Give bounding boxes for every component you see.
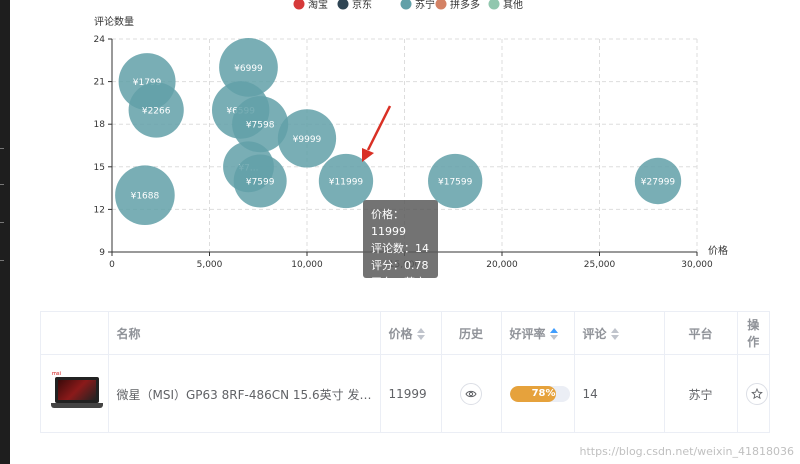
legend-swatch[interactable] bbox=[337, 0, 349, 10]
star-icon bbox=[750, 388, 763, 400]
legend-swatch[interactable] bbox=[488, 0, 500, 10]
header-thumb bbox=[41, 312, 109, 355]
y-tick-label: 24 bbox=[94, 35, 106, 45]
rating-cell: 78% bbox=[501, 354, 575, 433]
x-tick-label: 30,000 bbox=[681, 260, 713, 270]
y-axis-title: 评论数量 bbox=[94, 15, 134, 28]
header-platform: 平台 bbox=[664, 312, 738, 355]
legend-swatch[interactable] bbox=[435, 0, 447, 10]
bubble-label: ¥17599 bbox=[438, 178, 473, 188]
tooltip-line-price: 价格：11999 bbox=[371, 208, 406, 238]
header-price[interactable]: 价格 bbox=[380, 312, 442, 355]
legend-swatch[interactable] bbox=[400, 0, 412, 10]
product-name[interactable]: 微星（MSI）GP63 8RF-486CN 15.6英寸 发烧游戏... bbox=[108, 354, 381, 433]
laptop-thumbnail[interactable]: msi bbox=[49, 371, 105, 417]
x-tick-label: 25,000 bbox=[584, 260, 616, 270]
x-tick-label: 20,000 bbox=[486, 260, 518, 270]
bubble-label: ¥11999 bbox=[329, 178, 364, 188]
sort-icon[interactable] bbox=[416, 328, 425, 340]
watermark: https://blog.csdn.net/weixin_41818036 bbox=[579, 445, 794, 458]
header-name: 名称 bbox=[108, 312, 381, 355]
header-comments[interactable]: 评论 bbox=[574, 312, 665, 355]
chart-tooltip: 价格：11999 评论数：14 评分：0.78 平台：苏宁 bbox=[363, 200, 438, 289]
eye-icon bbox=[465, 390, 477, 398]
bubble-label: ¥9999 bbox=[293, 135, 322, 145]
legend-label[interactable]: 其他 bbox=[503, 0, 523, 11]
y-tick-label: 12 bbox=[94, 205, 105, 215]
rating-progress-bar: 78% bbox=[509, 386, 570, 402]
arrow-shaft bbox=[366, 105, 392, 151]
table-header-row: 名称 价格 历史 好评率 评论 平台 操作 bbox=[41, 312, 769, 355]
left-window-edge bbox=[0, 0, 10, 464]
chart-legend[interactable]: 淘宝 京东 苏宁 拼多多 其他 bbox=[293, 0, 524, 11]
header-rating[interactable]: 好评率 bbox=[501, 312, 575, 355]
thumb-cell: msi bbox=[41, 354, 109, 433]
sort-icon[interactable] bbox=[610, 328, 619, 340]
x-tick-label: 5,000 bbox=[197, 260, 223, 270]
product-price: 11999 bbox=[380, 354, 442, 433]
sort-icon[interactable] bbox=[549, 328, 558, 340]
bubble-label: ¥7599 bbox=[246, 178, 275, 188]
bubble-label: ¥1688 bbox=[131, 192, 160, 202]
y-tick-label: 21 bbox=[94, 78, 105, 88]
action-cell bbox=[737, 355, 769, 434]
x-tick-label: 0 bbox=[109, 260, 115, 270]
tooltip-line-score: 评分：0.78 bbox=[371, 259, 429, 272]
bubble-label: ¥2266 bbox=[142, 107, 171, 117]
rating-progress-text: 78% bbox=[531, 388, 556, 399]
table-row[interactable]: msi 微星（MSI）GP63 8RF-486CN 15.6英寸 发烧游戏...… bbox=[41, 354, 769, 434]
x-axis-title: 价格 bbox=[708, 244, 728, 257]
header-action: 操作 bbox=[737, 312, 769, 355]
y-tick-label: 9 bbox=[99, 248, 105, 258]
bubble-label: ¥27999 bbox=[641, 178, 676, 188]
product-table: 名称 价格 历史 好评率 评论 平台 操作 msi 微星（MSI）GP63 8R… bbox=[40, 311, 770, 433]
legend-label[interactable]: 拼多多 bbox=[450, 0, 480, 11]
comments-count: 14 bbox=[574, 354, 665, 433]
x-tick-label: 10,000 bbox=[291, 260, 323, 270]
legend-swatch[interactable] bbox=[293, 0, 305, 10]
tooltip-line-platform: 平台：苏宁 bbox=[371, 276, 426, 289]
view-history-button[interactable] bbox=[460, 383, 482, 405]
bubble-label: ¥6999 bbox=[234, 64, 263, 74]
arrow-head bbox=[362, 148, 374, 162]
bubble-series[interactable]: ¥1799¥2266¥1688¥6999¥6599¥7598¥7...¥7599… bbox=[115, 38, 682, 225]
header-history: 历史 bbox=[441, 312, 502, 355]
bubble-label: ¥7598 bbox=[246, 121, 275, 131]
legend-label[interactable]: 京东 bbox=[352, 0, 372, 11]
annotation-arrow bbox=[362, 105, 392, 162]
y-tick-label: 15 bbox=[94, 163, 105, 173]
platform-name: 苏宁 bbox=[664, 354, 738, 433]
tooltip-line-comments: 评论数：14 bbox=[371, 242, 429, 255]
history-cell bbox=[441, 354, 502, 433]
legend-label[interactable]: 苏宁 bbox=[415, 0, 435, 11]
favorite-button[interactable] bbox=[745, 383, 768, 405]
legend-label[interactable]: 淘宝 bbox=[308, 0, 328, 11]
y-tick-label: 18 bbox=[94, 120, 106, 130]
